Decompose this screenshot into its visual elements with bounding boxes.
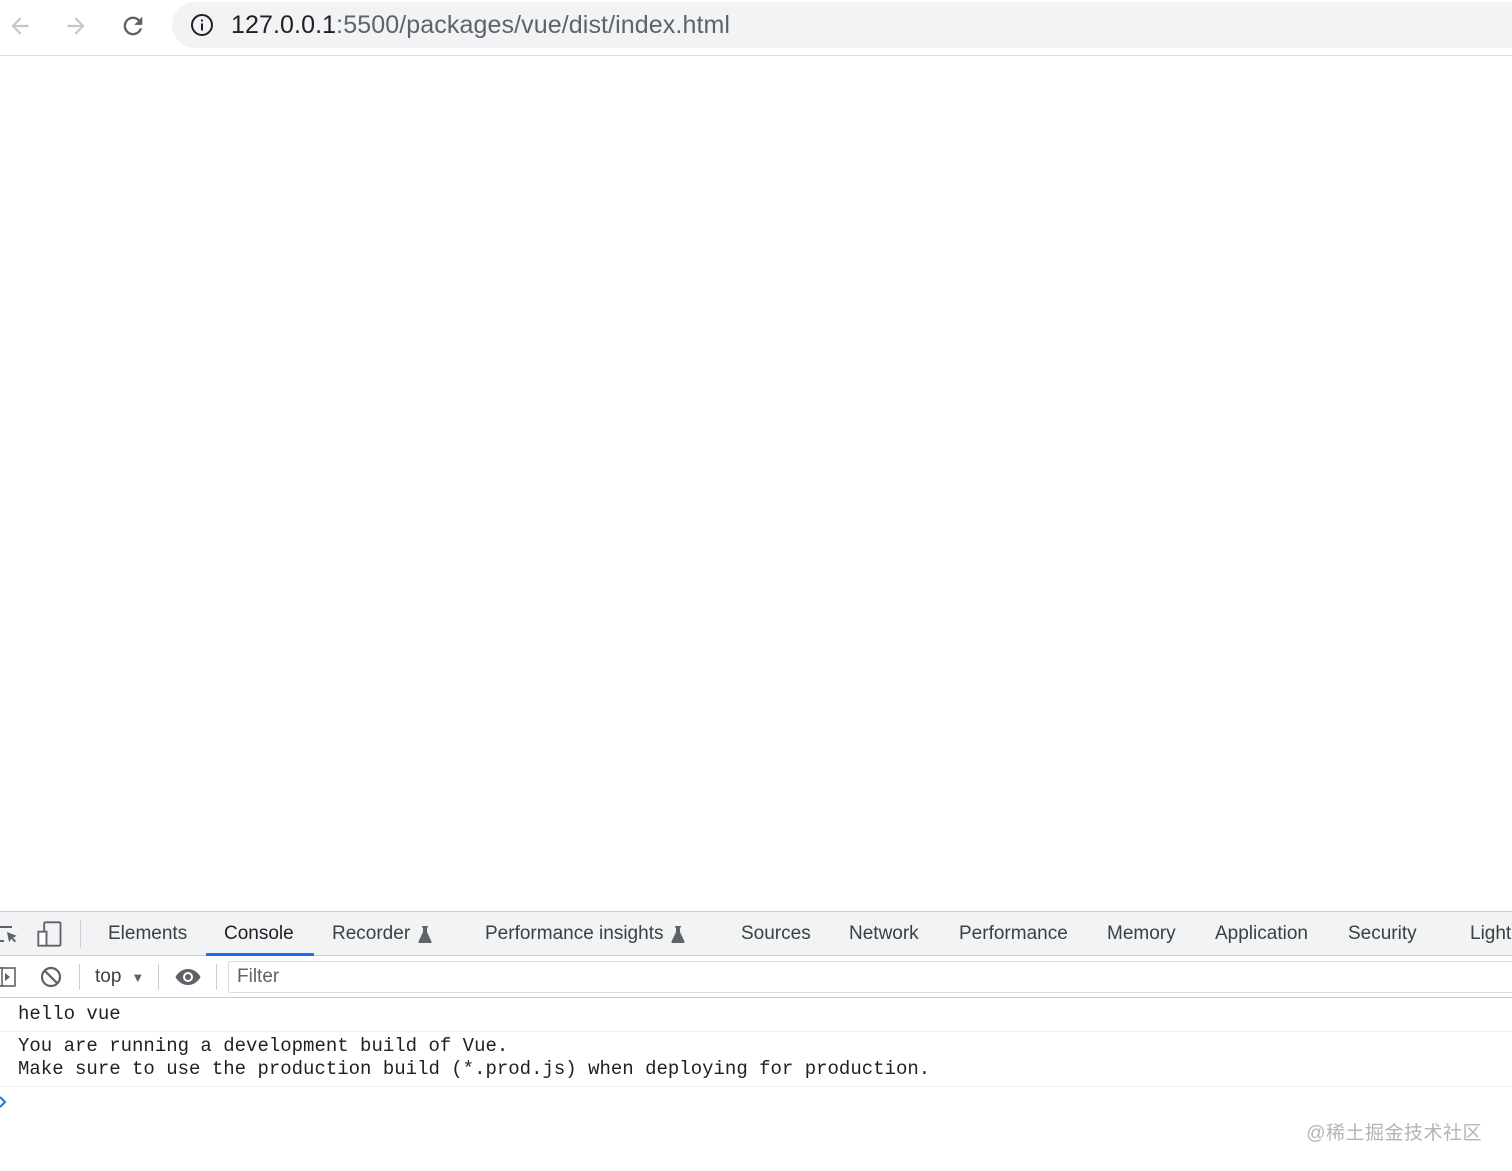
reload-icon <box>123 16 143 36</box>
tab-application[interactable]: Application <box>1215 912 1308 956</box>
devtools-panel: Elements Console Recorder Performance in… <box>0 911 1512 1171</box>
tab-label: Sources <box>741 923 811 944</box>
show-sidebar-button[interactable] <box>0 962 18 992</box>
watermark: @稀土掘金技术社区 <box>1306 1123 1482 1144</box>
tab-label: Application <box>1215 923 1308 944</box>
toolbar-divider <box>158 964 159 990</box>
device-mobile-icon <box>37 921 62 947</box>
tab-elements[interactable]: Elements <box>108 912 187 956</box>
info-icon[interactable] <box>190 13 214 37</box>
console-toolbar: top ▼ <box>0 956 1512 998</box>
eye-icon <box>175 969 201 985</box>
filter-input[interactable] <box>228 961 1512 993</box>
url-host: 127.0.0.1 <box>231 11 337 39</box>
tab-label: Recorder <box>332 923 411 944</box>
address-bar[interactable]: 127.0.0.1:5500/packages/vue/dist/index.h… <box>172 2 1512 48</box>
arrow-right-icon <box>67 17 85 35</box>
console-message: You are running a development build of V… <box>0 1035 1512 1087</box>
arrow-left-icon <box>11 17 29 35</box>
url-text[interactable]: 127.0.0.1:5500/packages/vue/dist/index.h… <box>231 11 730 39</box>
browser-toolbar: 127.0.0.1:5500/packages/vue/dist/index.h… <box>0 0 1512 56</box>
forward-button[interactable] <box>56 8 96 44</box>
tab-security[interactable]: Security <box>1348 912 1417 956</box>
devtools-tab-bar: Elements Console Recorder Performance in… <box>0 912 1512 956</box>
tab-label: Memory <box>1107 923 1176 944</box>
console-output: hello vue You are running a development … <box>0 998 1512 1171</box>
tab-console[interactable]: Console <box>224 912 294 956</box>
console-prompt-icon[interactable] <box>0 1095 8 1109</box>
tab-lighthouse[interactable]: Light <box>1470 912 1512 956</box>
tab-label: Console <box>224 923 294 944</box>
device-toolbar-button[interactable] <box>36 920 64 948</box>
tab-label: Performance insights <box>485 923 664 944</box>
url-path: :5500/packages/vue/dist/index.html <box>336 11 731 39</box>
tab-label: Network <box>849 923 919 944</box>
console-message: hello vue <box>0 1003 1512 1032</box>
toolbar-divider <box>80 920 81 948</box>
clear-console-button[interactable] <box>40 962 62 992</box>
sidebar-toggle-icon <box>0 967 16 987</box>
tab-performance[interactable]: Performance <box>959 912 1068 956</box>
page-viewport <box>0 57 1512 911</box>
experiment-flask-icon <box>671 926 686 943</box>
experiment-flask-icon <box>418 926 432 943</box>
reload-button[interactable] <box>113 8 153 44</box>
context-label: top <box>95 966 122 987</box>
toolbar-divider <box>216 964 217 990</box>
inspect-cursor-icon <box>0 926 17 943</box>
context-selector[interactable]: top ▼ <box>95 962 144 992</box>
tab-label: Elements <box>108 923 188 944</box>
tab-network[interactable]: Network <box>849 912 919 956</box>
tab-label: Performance <box>959 923 1068 944</box>
triangle-down-icon: ▼ <box>131 969 145 985</box>
inspect-element-button[interactable] <box>0 920 20 948</box>
tab-recorder[interactable]: Recorder <box>332 912 432 956</box>
tab-sources[interactable]: Sources <box>741 912 811 956</box>
tab-label: Light <box>1470 923 1512 944</box>
tab-performance-insights[interactable]: Performance insights <box>485 912 686 956</box>
back-button[interactable] <box>0 8 40 44</box>
tab-label: Security <box>1348 923 1417 944</box>
block-icon <box>40 966 62 988</box>
toolbar-divider <box>79 964 80 990</box>
tab-memory[interactable]: Memory <box>1107 912 1176 956</box>
live-expression-button[interactable] <box>174 962 202 992</box>
